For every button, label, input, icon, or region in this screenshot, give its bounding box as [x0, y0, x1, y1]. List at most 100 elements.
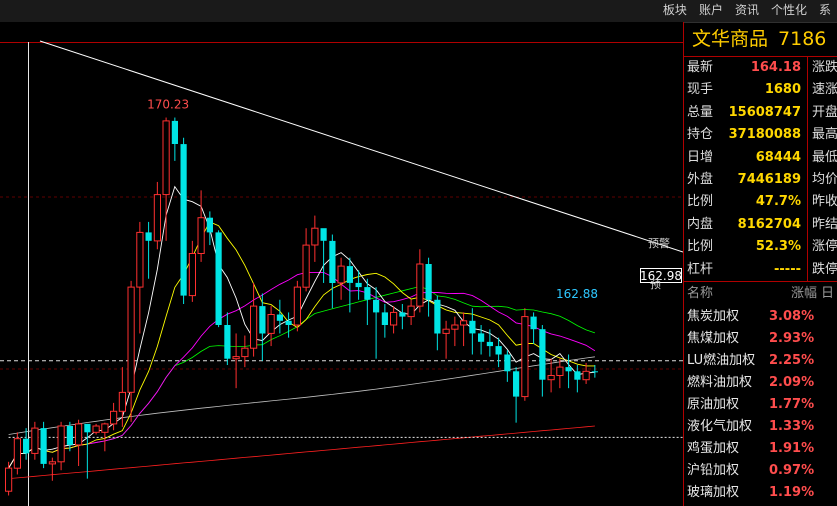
candle-body — [215, 232, 222, 325]
candle-body — [40, 428, 47, 464]
sector-header-extra[interactable]: 日 — [817, 282, 837, 306]
quote-value: 7446189 — [737, 171, 801, 187]
quote-right-label: 跌停 — [807, 258, 837, 281]
quote-right-label: 最低 — [807, 146, 837, 169]
quote-row: 内盘 8162704 昨结 — [684, 213, 837, 237]
candle-body — [451, 324, 459, 330]
quote-value: 8162704 — [737, 216, 801, 232]
sector-row[interactable]: 沪铅加权 0.97% — [684, 460, 837, 482]
sector-row[interactable]: 液化气加权 1.33% — [684, 416, 837, 438]
sector-change: 1.91% — [769, 440, 815, 456]
sector-change: 2.93% — [769, 330, 815, 346]
quote-right-label: 昨结 — [807, 213, 837, 237]
sector-row[interactable]: 鸡蛋加权 1.91% — [684, 438, 837, 460]
quote-value: 164.18 — [750, 60, 801, 75]
quote-value: 52.3% — [755, 239, 801, 255]
candle-body — [521, 316, 529, 398]
sector-change: 1.19% — [769, 484, 815, 500]
candle-body — [285, 320, 292, 325]
candle-body — [513, 371, 520, 397]
quote-label: 持仓 — [687, 127, 714, 143]
candle-body — [92, 425, 100, 433]
quote-label: 内盘 — [687, 216, 714, 232]
high-price-label: 170.23 — [147, 98, 189, 112]
quote-label: 比例 — [687, 194, 714, 210]
candle-body — [329, 240, 336, 283]
instrument-name: 文华商品 — [692, 28, 769, 50]
menu-item-sector[interactable]: 板块 — [657, 0, 693, 22]
sector-header-name[interactable]: 名称 — [684, 282, 767, 306]
candle-body — [110, 410, 118, 425]
sector-row[interactable]: 燃料油加权 2.09% — [684, 372, 837, 394]
menu-item-news[interactable]: 资讯 — [729, 0, 765, 22]
candle-body — [442, 328, 450, 334]
quote-value: 68444 — [755, 149, 801, 165]
sector-row[interactable]: LU燃油加权 2.25% — [684, 350, 837, 372]
quote-row: 杠杆 ----- 跌停 — [684, 258, 837, 281]
candle-body — [23, 438, 30, 454]
quote-row: 持仓 37180088 最高 — [684, 124, 837, 147]
quote-right-label: 速涨 — [807, 79, 837, 102]
sector-change: 3.08% — [769, 308, 815, 324]
quote-right-label: 均价 — [807, 168, 837, 192]
sector-row[interactable]: 焦炭加权 3.08% — [684, 306, 837, 328]
candle-body — [574, 371, 581, 380]
candle-body — [495, 346, 502, 355]
candle-body — [434, 299, 441, 334]
quote-label: 总量 — [687, 104, 714, 120]
candle-body — [276, 314, 283, 321]
candle-body — [66, 426, 73, 445]
menu-item-account[interactable]: 账户 — [693, 0, 729, 22]
quote-right-label: 最高 — [807, 124, 837, 147]
candle-body — [582, 370, 590, 381]
quote-right-label: 开盘 — [807, 101, 837, 125]
candle-body — [75, 423, 83, 446]
sector-change: 1.77% — [769, 396, 815, 412]
top-menu: 板块 账户 资讯 个性化 系 — [657, 0, 837, 22]
low-price-label: 162.88 — [556, 287, 598, 301]
candle-body — [31, 427, 39, 454]
candle-body — [197, 217, 205, 254]
sector-change: 0.97% — [769, 462, 815, 478]
candle-body — [136, 231, 144, 288]
candle-body — [5, 467, 13, 492]
candle-body — [547, 375, 555, 381]
candle-body — [101, 423, 109, 433]
candle-body — [162, 120, 170, 196]
quote-label: 外盘 — [687, 171, 714, 187]
sector-name: 焦煤加权 — [687, 330, 740, 346]
quote-value: 15608747 — [728, 104, 801, 120]
candlestick-chart[interactable]: 170.23 162.88 162.98 预警预 — [0, 22, 683, 506]
sector-row[interactable]: 原油加权 1.77% — [684, 394, 837, 416]
sector-name: 燃料油加权 — [687, 374, 753, 390]
sector-row[interactable]: 玻璃加权 1.19% — [684, 482, 837, 504]
candle-body — [293, 286, 301, 326]
candle-body — [337, 265, 345, 284]
price-box-label: 162.98 — [640, 269, 682, 283]
candle-body — [373, 299, 380, 313]
sector-name: 沪铅加权 — [687, 462, 740, 478]
quote-label: 日增 — [687, 149, 714, 165]
sector-row[interactable]: 焦煤加权 2.93% — [684, 328, 837, 350]
candle-body — [180, 144, 187, 296]
candle-body — [241, 347, 249, 358]
sector-header-change[interactable]: 涨幅 — [767, 282, 817, 306]
quote-label: 杠杆 — [687, 261, 714, 277]
candle-body — [539, 329, 546, 380]
candle-body — [530, 316, 537, 330]
candle-body — [302, 244, 310, 288]
menu-item-personalize[interactable]: 个性化 — [765, 0, 813, 22]
candle-body — [171, 120, 178, 144]
sector-name: 液化气加权 — [687, 418, 753, 434]
candle-body — [224, 325, 231, 359]
sector-name: 焦炭加权 — [687, 308, 740, 324]
sector-name: LU燃油加权 — [687, 352, 756, 368]
sector-name: 玻璃加权 — [687, 484, 740, 500]
candle-body — [320, 228, 327, 241]
candle-body — [250, 305, 258, 349]
candle-body — [486, 341, 493, 347]
quote-row: 外盘 7446189 均价 — [684, 168, 837, 192]
menu-item-system[interactable]: 系 — [813, 0, 837, 22]
candle-body — [57, 425, 65, 463]
candle-body — [390, 311, 398, 326]
